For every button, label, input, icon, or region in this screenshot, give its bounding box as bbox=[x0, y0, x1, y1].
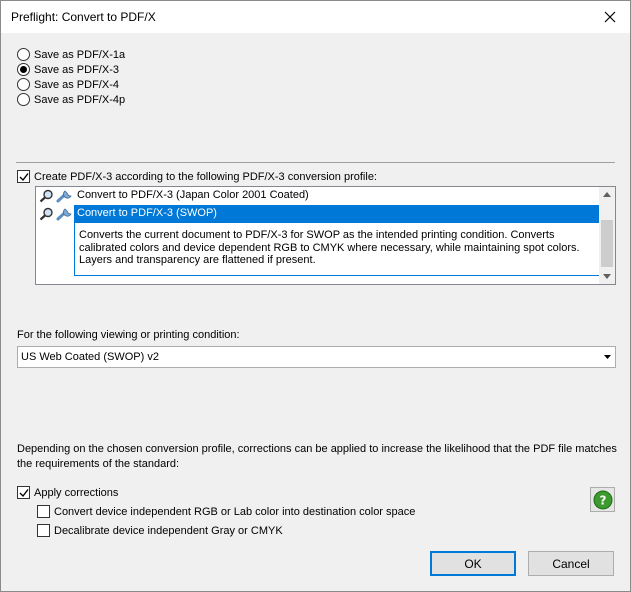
checkmark-icon bbox=[19, 489, 29, 498]
scroll-down-icon[interactable] bbox=[603, 274, 611, 279]
convert-color-checkbox[interactable] bbox=[37, 505, 50, 518]
magnifier-icon bbox=[39, 189, 53, 203]
decalibrate-checkbox[interactable] bbox=[37, 524, 50, 537]
scroll-thumb[interactable] bbox=[601, 220, 613, 267]
chevron-down-icon bbox=[604, 355, 611, 359]
selected-highlight: Convert to PDF/X-3 (SWOP) bbox=[74, 205, 600, 222]
radio-label: Save as PDF/X-3 bbox=[34, 63, 119, 76]
decalibrate-row[interactable]: Decalibrate device independent Gray or C… bbox=[37, 524, 283, 537]
list-item-selected[interactable]: Convert to PDF/X-3 (SWOP) bbox=[36, 205, 601, 223]
radio-pdfx-4[interactable]: Save as PDF/X-4 bbox=[17, 78, 119, 91]
scroll-up-icon[interactable] bbox=[603, 192, 611, 197]
wrench-icon bbox=[56, 208, 72, 221]
close-button[interactable] bbox=[590, 1, 630, 33]
profile-icons bbox=[39, 207, 75, 221]
list-item[interactable]: Convert to PDF/X-3 (Japan Color 2001 Coa… bbox=[36, 187, 601, 205]
radio-pdfx-3[interactable]: Save as PDF/X-3 bbox=[17, 63, 119, 76]
wrench-icon bbox=[56, 190, 72, 203]
profile-icons bbox=[39, 189, 75, 203]
radio-label: Save as PDF/X-1a bbox=[34, 48, 126, 61]
create-profile-checkbox-row[interactable]: Create PDF/X-3 according to the followin… bbox=[17, 170, 377, 183]
convert-color-row[interactable]: Convert device independent RGB or Lab co… bbox=[37, 505, 415, 518]
apply-corrections-label: Apply corrections bbox=[34, 486, 119, 499]
convert-color-label: Convert device independent RGB or Lab co… bbox=[54, 505, 416, 518]
condition-dropdown[interactable]: US Web Coated (SWOP) v2 bbox=[17, 346, 616, 368]
help-glyph: ? bbox=[600, 494, 607, 508]
radio-label: Save as PDF/X-4p bbox=[34, 93, 126, 106]
title-bar: Preflight: Convert to PDF/X bbox=[1, 1, 630, 33]
help-icon: ? bbox=[593, 490, 613, 510]
preflight-dialog: Preflight: Convert to PDF/X Save as PDF/… bbox=[0, 0, 631, 592]
condition-selected-value: US Web Coated (SWOP) v2 bbox=[21, 351, 159, 363]
apply-corrections-checkbox[interactable] bbox=[17, 486, 30, 499]
radio-pdfx-4p[interactable]: Save as PDF/X-4p bbox=[17, 93, 125, 106]
list-item-label: Convert to PDF/X-3 (Japan Color 2001 Coa… bbox=[77, 189, 309, 201]
radio-pdfx-1a[interactable]: Save as PDF/X-1a bbox=[17, 48, 125, 61]
create-profile-label: Create PDF/X-3 according to the followin… bbox=[34, 170, 377, 183]
radio-button[interactable] bbox=[17, 78, 30, 91]
list-scrollbar[interactable] bbox=[599, 187, 615, 284]
radio-label: Save as PDF/X-4 bbox=[34, 78, 119, 91]
apply-corrections-row[interactable]: Apply corrections bbox=[17, 486, 118, 499]
ok-button[interactable]: OK bbox=[430, 551, 516, 576]
cancel-button[interactable]: Cancel bbox=[528, 551, 614, 576]
profile-description: Converts the current document to PDF/X-3… bbox=[74, 222, 601, 276]
decalibrate-label: Decalibrate device independent Gray or C… bbox=[54, 524, 283, 537]
close-icon bbox=[604, 11, 616, 23]
profile-listbox[interactable]: Convert to PDF/X-3 (Japan Color 2001 Coa… bbox=[35, 186, 616, 285]
condition-label: For the following viewing or printing co… bbox=[17, 329, 240, 341]
magnifier-icon bbox=[39, 207, 53, 221]
radio-button[interactable] bbox=[17, 93, 30, 106]
help-button[interactable]: ? bbox=[590, 487, 615, 512]
window-title: Preflight: Convert to PDF/X bbox=[11, 10, 156, 24]
section-divider bbox=[16, 162, 615, 163]
create-profile-checkbox[interactable] bbox=[17, 170, 30, 183]
corrections-info: Depending on the chosen conversion profi… bbox=[17, 443, 617, 470]
radio-button[interactable] bbox=[17, 48, 30, 61]
list-item-label: Convert to PDF/X-3 (SWOP) bbox=[77, 207, 217, 219]
checkmark-icon bbox=[19, 173, 29, 182]
radio-button-selected[interactable] bbox=[17, 63, 30, 76]
